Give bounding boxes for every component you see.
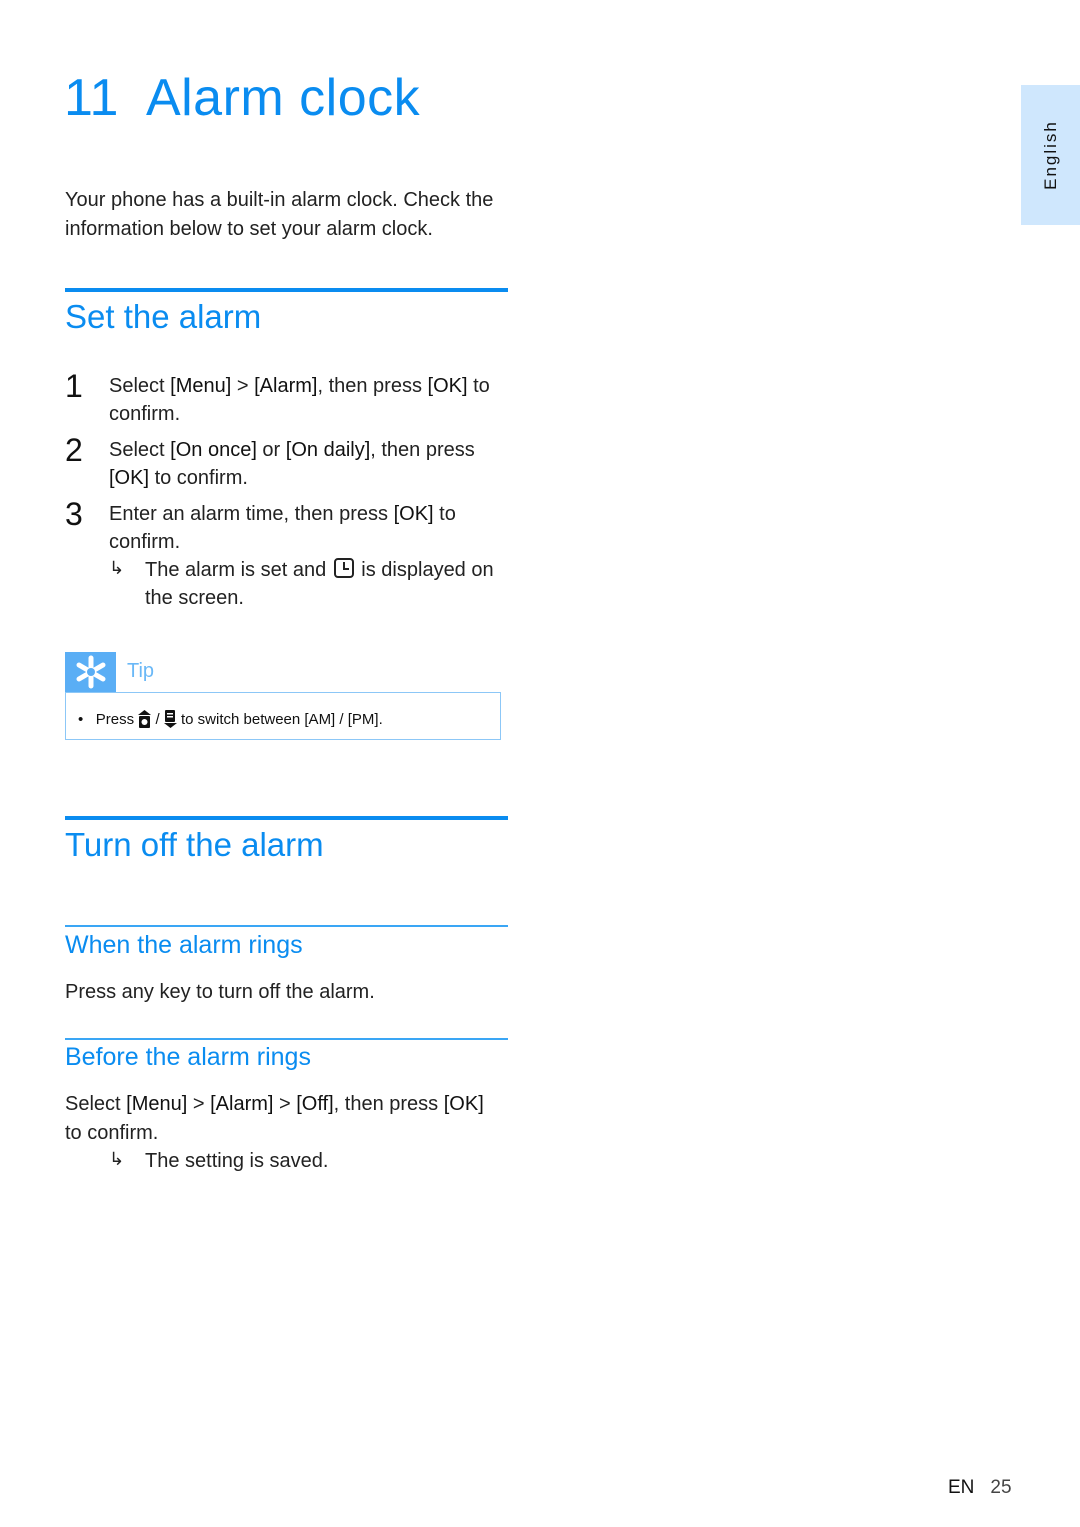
page-number: 25 [990, 1477, 1012, 1498]
separator: / [155, 711, 160, 728]
key-ref: [OK] [109, 467, 150, 489]
subsection-divider [65, 925, 508, 927]
text: > [273, 1093, 297, 1115]
am-ref: [AM] [304, 711, 336, 728]
text: to confirm. [149, 467, 248, 489]
before-rings-result: ↳ The setting is saved. [65, 1147, 510, 1177]
key-ref: [OK] [393, 503, 434, 525]
text: , then press [333, 1093, 444, 1115]
tip-box: • Press / to switch between [AM] / [PM]. [65, 692, 501, 740]
step-text: Enter an alarm time, then press [OK] to … [109, 500, 509, 556]
navigation-up-icon [138, 710, 152, 728]
text: The alarm is set and [145, 559, 332, 581]
text: to switch between [180, 711, 301, 728]
section-heading-turn-off: Turn off the alarm [65, 826, 324, 863]
text: Select [109, 375, 171, 397]
menu-ref: [Alarm] [210, 1093, 274, 1115]
step-3-result: ↳ The alarm is set and is displayed on t… [65, 556, 510, 616]
tip-icon-box [65, 652, 116, 692]
subsection-divider [65, 1038, 508, 1040]
step-text: Select [Menu] > [Alarm], then press [OK]… [109, 372, 509, 428]
result-arrow-icon: ↳ [109, 558, 125, 578]
subsection-heading-when-rings: When the alarm rings [65, 931, 303, 959]
chapter-number: 11 [64, 69, 119, 127]
chapter-title: 11 Alarm clock [64, 69, 421, 127]
text: , then press [317, 375, 428, 397]
navigation-down-icon [163, 710, 177, 728]
result-text: The alarm is set and is displayed on the… [145, 556, 505, 612]
step-number: 2 [65, 432, 83, 468]
footer-language: EN [948, 1477, 975, 1498]
step-text: Select [On once] or [On daily], then pre… [109, 436, 509, 492]
text: Select [65, 1093, 127, 1115]
subsection-heading-before-rings: Before the alarm rings [65, 1043, 311, 1071]
key-ref: [OK] [443, 1093, 484, 1115]
when-rings-text: Press any key to turn off the alarm. [65, 981, 375, 1003]
chapter-name: Alarm clock [145, 69, 421, 127]
language-label: English [1040, 120, 1060, 190]
text: > [187, 1093, 211, 1115]
text: , then press [370, 439, 475, 461]
text: Select [109, 439, 171, 461]
section-divider [65, 816, 508, 820]
language-tab: English [1021, 85, 1080, 225]
step-number: 1 [65, 368, 83, 404]
section-heading-set-alarm: Set the alarm [65, 298, 262, 335]
menu-ref: [Alarm] [254, 375, 318, 397]
asterisk-icon [76, 655, 105, 689]
text: . [378, 711, 383, 728]
result-text: The setting is saved. [145, 1150, 329, 1172]
menu-ref: [Menu] [126, 1093, 188, 1115]
section-divider [65, 288, 508, 292]
text: to confirm. [65, 1122, 159, 1144]
bullet: • [78, 711, 84, 728]
pm-ref: [PM] [347, 711, 379, 728]
step-number: 3 [65, 496, 83, 532]
option-ref: [On once] [170, 439, 257, 461]
separator: / [339, 711, 344, 728]
text: > [231, 375, 255, 397]
text: Enter an alarm time, then press [109, 503, 394, 525]
page-footer: EN 25 [948, 1477, 1012, 1499]
key-ref: [OK] [427, 375, 468, 397]
before-rings-text: Select [Menu] > [Alarm] > [Off], then pr… [65, 1090, 485, 1148]
option-ref: [Off] [296, 1093, 334, 1115]
menu-ref: [Menu] [170, 375, 232, 397]
text: Press [95, 711, 135, 728]
text: or [256, 439, 286, 461]
result-arrow-icon: ↳ [109, 1149, 125, 1169]
tip-text: • Press / to switch between [AM] / [PM]. [78, 710, 383, 728]
intro-paragraph: Your phone has a built-in alarm clock. C… [65, 189, 494, 240]
alarm-clock-icon [333, 558, 354, 578]
option-ref: [On daily] [285, 439, 371, 461]
tip-label: Tip [127, 660, 155, 682]
